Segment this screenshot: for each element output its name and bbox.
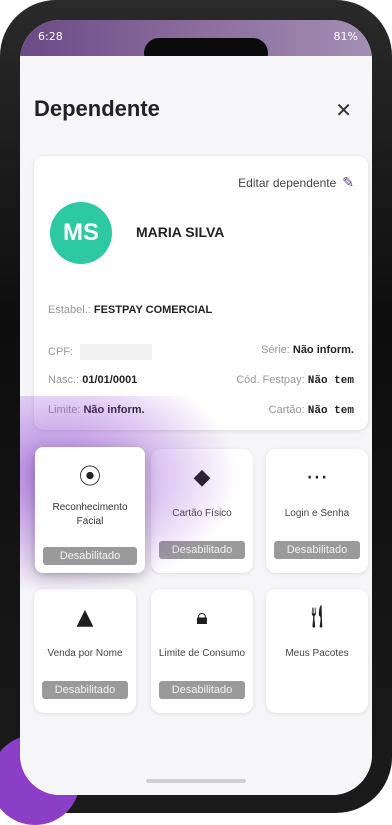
status-badge: Desabilitado [43, 547, 137, 565]
tile-label: Venda por Nome [47, 648, 123, 659]
status-badge: Desabilitado [274, 541, 360, 559]
establishment-value: FESTPAY COMERCIAL [93, 304, 213, 316]
phone-frame: 6:28 81% Dependente ✕ Editar dependente … [0, 0, 392, 825]
tile-label: Limite de Consumo [158, 648, 246, 659]
limite-value: Não inform. [83, 404, 145, 416]
dependent-name: MARIA SILVA [136, 224, 225, 240]
close-icon[interactable]: ✕ [335, 98, 352, 122]
tile-label: Cartão Físico [172, 508, 232, 519]
status-time: 6:28 [38, 30, 63, 43]
tile-login-password[interactable]: ⋯ Login e Senha Desabilitado [266, 449, 368, 573]
cod-field: Cód. Festpay: Não tem [236, 374, 354, 387]
tile-physical-card[interactable]: ◆ Cartão Físico Desabilitado [151, 449, 253, 573]
face-recognition-icon: ⦿ [78, 465, 101, 490]
tile-my-packages[interactable]: 🍴︎ Meus Pacotes [266, 589, 368, 713]
avatar-initials: MS [63, 219, 99, 246]
serie-label: Série: [261, 344, 290, 356]
status-badge: Desabilitado [42, 681, 128, 699]
tile-facial-recognition-highlight[interactable]: ⦿ Reconhecimento Facial Desabilitado [35, 447, 145, 573]
battery-level: 81% [333, 30, 358, 43]
serie-value: Não inform. [292, 344, 354, 356]
cod-label: Cód. Festpay: [236, 374, 305, 386]
cpf-row: CPF: Série: Não inform. [48, 344, 354, 360]
tile-label: Meus Pacotes [285, 648, 349, 659]
cartao-label: Cartão: [268, 404, 305, 416]
password-icon: ⋯ [306, 465, 328, 490]
tile-label: Login e Senha [284, 508, 350, 519]
cartao-field: Cartão: Não tem [269, 404, 354, 417]
header: Dependente ✕ [20, 56, 372, 126]
dependent-card: Editar dependente ✎ MS MARIA SILVA Estab… [34, 156, 368, 430]
status-badge: Desabilitado [159, 541, 245, 559]
serie-field: Série: Não inform. [261, 344, 354, 356]
limite-label: Limite: [48, 404, 81, 416]
edit-dependent-button[interactable]: Editar dependente ✎ [238, 174, 354, 191]
tile-consumption-limit[interactable]: 🔒︎ Limite de Consumo Desabilitado [151, 589, 253, 713]
page-title: Dependente [34, 96, 160, 121]
establishment-row: Estabel.: FESTPAY COMERCIAL [48, 304, 354, 316]
person-icon: ▲ [76, 605, 94, 630]
establishment-label: Estabel.: [48, 304, 91, 316]
tile-sale-by-name[interactable]: ▲ Venda por Nome Desabilitado [34, 589, 136, 713]
limite-row: Limite: Não inform. Cartão: Não tem [48, 404, 354, 417]
card-icon: ◆ [193, 465, 211, 490]
lock-icon: 🔒︎ [196, 605, 208, 630]
cpf-label: CPF: [48, 345, 74, 358]
status-badge: Desabilitado [159, 681, 245, 699]
cutlery-icon: 🍴︎ [303, 605, 331, 630]
phone-screen: 6:28 81% Dependente ✕ Editar dependente … [20, 20, 372, 795]
cpf-redacted [80, 344, 153, 360]
home-indicator [146, 779, 246, 783]
cod-value: Não tem [307, 375, 354, 387]
nasc-row: Nasc.: 01/01/0001 Cód. Festpay: Não tem [48, 374, 354, 387]
edit-dependent-label: Editar dependente [238, 175, 337, 190]
pencil-icon: ✎ [342, 174, 354, 190]
nasc-value: 01/01/0001 [82, 374, 138, 386]
nasc-label: Nasc.: [48, 374, 80, 386]
tile-label: Reconhecimento Facial [52, 502, 128, 527]
cartao-value: Não tem [307, 405, 354, 417]
avatar: MS [50, 202, 112, 264]
app-content: Dependente ✕ Editar dependente ✎ MS MARI… [20, 56, 372, 795]
